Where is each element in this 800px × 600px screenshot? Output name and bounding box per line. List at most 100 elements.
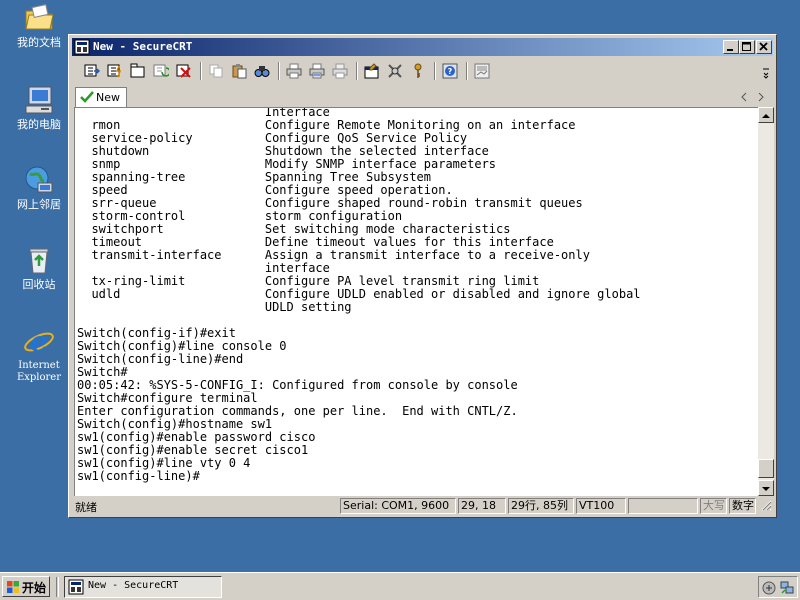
terminal-line: transmit-interface Assign a transmit int… [77, 248, 590, 262]
desktop-icon-label: 我的文档 [17, 36, 61, 49]
terminal-line: Switch(config-if)#exit [77, 326, 236, 340]
tab-label: New [96, 91, 120, 104]
vertical-scrollbar[interactable] [758, 107, 774, 496]
computer-icon [23, 84, 55, 116]
session-tab-bar: New [72, 85, 773, 107]
desktop-icon-my-computer[interactable]: 我的电脑 [8, 84, 70, 131]
desktop-icon-my-documents[interactable]: 我的文档 [8, 2, 70, 49]
keymap-icon[interactable] [472, 61, 492, 81]
terminal-line: sw1(config)#enable password cisco [77, 430, 316, 444]
toolbar-overflow-chevron-icon[interactable] [762, 65, 770, 79]
tray-network-icon[interactable] [780, 580, 794, 599]
scroll-up-button[interactable] [758, 107, 774, 123]
windows-flag-icon [6, 580, 20, 597]
terminal-line: UDLD setting [77, 300, 352, 314]
terminal-line: Switch#configure terminal [77, 391, 258, 405]
svg-text:?: ? [448, 67, 453, 76]
key-icon[interactable] [408, 61, 428, 81]
securecrt-app-icon[interactable] [74, 39, 90, 55]
close-button[interactable] [756, 40, 772, 54]
scroll-down-button[interactable] [758, 480, 774, 496]
tray-volume-icon[interactable] [762, 580, 776, 599]
network-icon [23, 164, 55, 196]
status-num-lock: 数字 [729, 498, 756, 514]
terminal-line: switchport Set switching mode characteri… [77, 222, 511, 236]
global-options-icon[interactable] [385, 61, 405, 81]
desktop-icon-label-line1: Internet [18, 360, 60, 371]
terminal-line: service-policy Configure QoS Service Pol… [77, 131, 468, 145]
quick-connect-icon[interactable] [105, 61, 125, 81]
svg-text:e: e [30, 326, 48, 358]
minimize-button[interactable] [723, 40, 739, 54]
terminal-line: snmp Modify SNMP interface parameters [77, 157, 497, 171]
paste-icon[interactable] [229, 61, 249, 81]
terminal-line: srr-queue Configure shaped round-robin t… [77, 196, 583, 210]
terminal-line: sw1(config-line)# [77, 469, 200, 483]
connect-in-tab-icon[interactable] [128, 61, 148, 81]
start-button[interactable]: 开始 [2, 576, 50, 597]
find-icon[interactable] [252, 61, 272, 81]
terminal-line: Enter configuration commands, one per li… [77, 404, 518, 418]
help-icon[interactable]: ? [440, 61, 460, 81]
terminal-line: Switch(config)#hostname sw1 [77, 417, 273, 431]
scroll-thumb[interactable] [758, 459, 774, 478]
desktop-icon-internet-explorer[interactable]: e Internet Explorer [8, 325, 70, 384]
taskbar-button-label: New - SecureCRT [88, 580, 179, 591]
terminal-line: spanning-tree Spanning Tree Subsystem [77, 170, 432, 184]
system-tray [758, 576, 798, 598]
terminal-line: Switch(config)#line console 0 [77, 339, 287, 353]
securecrt-app-icon [68, 579, 84, 599]
taskbar-separator [56, 577, 59, 597]
taskbar-button-securecrt[interactable]: New - SecureCRT [64, 576, 222, 598]
tab-scroll-left-icon[interactable] [738, 89, 750, 103]
desktop-icon-network-places[interactable]: 网上邻居 [8, 164, 70, 211]
status-cursor-position: 29, 18 [458, 498, 506, 514]
toolbar: ? [72, 57, 773, 84]
start-label: 开始 [22, 581, 47, 595]
window-title: New - SecureCRT [93, 40, 193, 53]
toolbar-separator [466, 62, 468, 80]
toolbar-separator [434, 62, 436, 80]
status-blank-panel [628, 498, 698, 514]
desktop-icon-recycle-bin[interactable]: 回收站 [8, 244, 70, 291]
tab-scroll-right-icon[interactable] [755, 89, 767, 103]
title-bar[interactable]: New - SecureCRT [72, 38, 773, 56]
terminal-output: Interface rmon Configure Remote Monitori… [77, 108, 641, 483]
desktop-icon-label: 回收站 [22, 278, 56, 291]
ie-icon: e [23, 325, 55, 358]
terminal-line: speed Configure speed operation. [77, 183, 453, 197]
terminal-line: shutdown Shutdown the selected interface [77, 144, 489, 158]
connect-icon[interactable] [82, 61, 102, 81]
tab-new[interactable]: New [75, 87, 127, 107]
terminal-line: interface [77, 261, 330, 275]
session-options-icon[interactable] [362, 61, 382, 81]
reconnect-icon[interactable] [151, 61, 171, 81]
terminal-line: Switch(config-line)#end [77, 352, 244, 366]
print-icon[interactable] [284, 61, 304, 81]
status-bar: 就绪 Serial: COM1, 9600 29, 18 29行, 85列 VT… [72, 497, 773, 515]
recycle-bin-icon [23, 244, 55, 276]
maximize-button[interactable] [739, 40, 755, 54]
terminal-line: rmon Configure Remote Monitoring on an i… [77, 118, 576, 132]
taskbar: 开始 New - SecureCRT [0, 572, 800, 600]
terminal-area[interactable]: Interface rmon Configure Remote Monitori… [74, 107, 759, 496]
desktop-icon-label: 网上邻居 [17, 198, 61, 211]
folder-icon [23, 2, 55, 34]
copy-icon[interactable] [206, 61, 226, 81]
toolbar-separator [278, 62, 280, 80]
securecrt-window: New - SecureCRT ? New Interface rmon Con… [68, 34, 777, 518]
toolbar-separator [200, 62, 202, 80]
desktop-icon-label: 我的电脑 [17, 118, 61, 131]
disconnect-icon[interactable] [174, 61, 194, 81]
terminal-line: sw1(config)#enable secret cisco1 [77, 443, 309, 457]
print-setup-icon[interactable] [330, 61, 350, 81]
print-selection-icon[interactable] [307, 61, 327, 81]
resize-grip-icon[interactable] [760, 499, 772, 514]
terminal-line: tx-ring-limit Configure PA level transmi… [77, 274, 540, 288]
status-ready: 就绪 [75, 501, 97, 514]
status-emulation: VT100 [576, 498, 626, 514]
connected-check-icon [80, 91, 94, 106]
terminal-line: timeout Define timeout values for this i… [77, 235, 554, 249]
terminal-line: Switch# [77, 365, 128, 379]
toolbar-separator [356, 62, 358, 80]
